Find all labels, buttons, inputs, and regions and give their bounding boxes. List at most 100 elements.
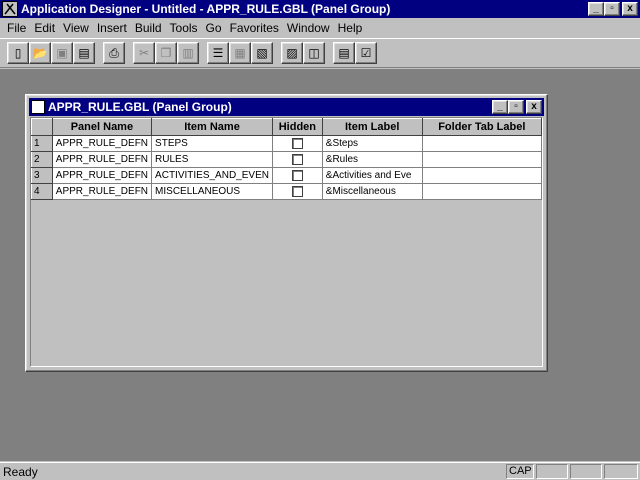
menu-tools[interactable]: Tools: [166, 19, 202, 37]
panel-group-title: APPR_RULE.GBL (Panel Group): [48, 100, 232, 114]
cut-icon: ✂: [138, 46, 150, 60]
panel-grid: Panel Name Item Name Hidden Item Label F…: [30, 117, 543, 367]
panel-group-title-bar[interactable]: APPR_RULE.GBL (Panel Group) _ ▫ x: [29, 98, 544, 116]
status-bar: Ready CAP: [0, 462, 640, 480]
project-button[interactable]: ▦: [229, 42, 251, 64]
item-name-cell[interactable]: ACTIVITIES_AND_EVEN: [151, 167, 273, 184]
hidden-cell[interactable]: [271, 151, 323, 168]
close-button[interactable]: x: [622, 2, 638, 16]
app-title-bar[interactable]: Application Designer - Untitled - APPR_R…: [0, 0, 640, 18]
folder-tab-label-cell[interactable]: [421, 183, 543, 200]
menu-window[interactable]: Window: [283, 19, 334, 37]
validate-icon: ◫: [308, 46, 320, 60]
table-row[interactable]: 2 APPR_RULE_DEFN RULES &Rules: [31, 151, 543, 168]
menu-view[interactable]: View: [59, 19, 93, 37]
panel-button[interactable]: ▤: [333, 42, 355, 64]
menu-go[interactable]: Go: [202, 19, 226, 37]
restore-button[interactable]: ▫: [604, 2, 620, 16]
status-text: Ready: [3, 464, 38, 479]
insert-button[interactable]: ▨: [281, 42, 303, 64]
item-name-cell[interactable]: MISCELLANEOUS: [151, 183, 273, 200]
save-all-icon: ▤: [78, 46, 90, 60]
col-item-label[interactable]: Item Label: [321, 118, 423, 136]
hidden-checkbox[interactable]: [291, 137, 303, 149]
panel-group-window[interactable]: APPR_RULE.GBL (Panel Group) _ ▫ x Panel …: [25, 94, 548, 372]
panel-table: Panel Name Item Name Hidden Item Label F…: [31, 118, 543, 200]
save-icon: ▣: [56, 46, 68, 60]
scroll-lock-indicator: [570, 464, 602, 479]
menu-insert[interactable]: Insert: [93, 19, 131, 37]
minimize-button[interactable]: _: [588, 2, 604, 16]
hidden-cell[interactable]: [271, 167, 323, 184]
hidden-checkbox[interactable]: [291, 185, 303, 197]
checkbox-icon: ☑: [360, 46, 372, 60]
hidden-cell[interactable]: [271, 135, 323, 152]
checkbox-button[interactable]: ☑: [355, 42, 377, 64]
panel-name-cell[interactable]: APPR_RULE_DEFN: [51, 135, 153, 152]
item-label-cell[interactable]: &Rules: [321, 151, 423, 168]
copy-icon: ❐: [160, 46, 172, 60]
new-icon: ▯: [14, 46, 22, 60]
panel-group-icon[interactable]: [31, 100, 45, 114]
print-button[interactable]: ⎙: [103, 42, 125, 64]
child-close-button[interactable]: x: [526, 100, 542, 114]
save-button[interactable]: ▣: [51, 42, 73, 64]
insert-icon: ▨: [286, 46, 298, 60]
copy-button[interactable]: ❐: [155, 42, 177, 64]
menu-favorites[interactable]: Favorites: [226, 19, 283, 37]
item-label-cell[interactable]: &Activities and Eve: [321, 167, 423, 184]
item-label-cell[interactable]: &Steps: [321, 135, 423, 152]
folder-tab-label-cell[interactable]: [421, 167, 543, 184]
table-row[interactable]: 4 APPR_RULE_DEFN MISCELLANEOUS &Miscella…: [31, 183, 543, 200]
hidden-checkbox[interactable]: [291, 153, 303, 165]
table-row[interactable]: 1 APPR_RULE_DEFN STEPS &Steps: [31, 135, 543, 152]
col-item-name[interactable]: Item Name: [151, 118, 273, 136]
toolbar: ▯ 📂 ▣ ▤ ⎙ ✂ ❐ ▥ ☰ ▦ ▧ ▨ ◫ ▤ ☑: [0, 38, 640, 68]
menu-bar: File Edit View Insert Build Tools Go Fav…: [0, 18, 640, 38]
row-number[interactable]: 4: [31, 183, 53, 200]
corner-header[interactable]: [31, 118, 53, 136]
item-name-cell[interactable]: RULES: [151, 151, 273, 168]
folder-tab-label-cell[interactable]: [421, 151, 543, 168]
mdi-workspace: APPR_RULE.GBL (Panel Group) _ ▫ x Panel …: [0, 69, 640, 461]
item-name-cell[interactable]: STEPS: [151, 135, 273, 152]
panel-name-cell[interactable]: APPR_RULE_DEFN: [51, 151, 153, 168]
row-number[interactable]: 2: [31, 151, 53, 168]
row-number[interactable]: 1: [31, 135, 53, 152]
paste-icon: ▥: [182, 46, 194, 60]
menu-build[interactable]: Build: [131, 19, 166, 37]
properties-button[interactable]: ☰: [207, 42, 229, 64]
status-panel-extra: [604, 464, 638, 479]
app-icon[interactable]: [2, 1, 18, 17]
hidden-checkbox[interactable]: [291, 169, 303, 181]
item-label-cell[interactable]: &Miscellaneous: [321, 183, 423, 200]
validate-button[interactable]: ◫: [303, 42, 325, 64]
hidden-cell[interactable]: [271, 183, 323, 200]
table-row[interactable]: 3 APPR_RULE_DEFN ACTIVITIES_AND_EVEN &Ac…: [31, 167, 543, 184]
folder-tab-label-cell[interactable]: [421, 135, 543, 152]
panel-icon: ▤: [338, 46, 350, 60]
caps-lock-indicator: CAP: [506, 464, 534, 479]
child-maximize-button[interactable]: ▫: [508, 100, 524, 114]
col-hidden[interactable]: Hidden: [271, 118, 323, 136]
menu-edit[interactable]: Edit: [30, 19, 59, 37]
project-icon: ▦: [234, 46, 246, 60]
menu-file[interactable]: File: [3, 19, 30, 37]
col-panel-name[interactable]: Panel Name: [51, 118, 153, 136]
row-number[interactable]: 3: [31, 167, 53, 184]
menu-help[interactable]: Help: [334, 19, 367, 37]
child-minimize-button[interactable]: _: [492, 100, 508, 114]
open-button[interactable]: 📂: [29, 42, 51, 64]
cut-button[interactable]: ✂: [133, 42, 155, 64]
app-title: Application Designer - Untitled - APPR_R…: [21, 2, 391, 16]
panel-name-cell[interactable]: APPR_RULE_DEFN: [51, 167, 153, 184]
col-folder-tab-label[interactable]: Folder Tab Label: [421, 118, 543, 136]
num-lock-indicator: [536, 464, 568, 479]
paste-button[interactable]: ▥: [177, 42, 199, 64]
open-icon: 📂: [32, 46, 48, 60]
save-all-button[interactable]: ▤: [73, 42, 95, 64]
new-button[interactable]: ▯: [7, 42, 29, 64]
panel-name-cell[interactable]: APPR_RULE_DEFN: [51, 183, 153, 200]
print-icon: ⎙: [109, 45, 119, 60]
find-button[interactable]: ▧: [251, 42, 273, 64]
